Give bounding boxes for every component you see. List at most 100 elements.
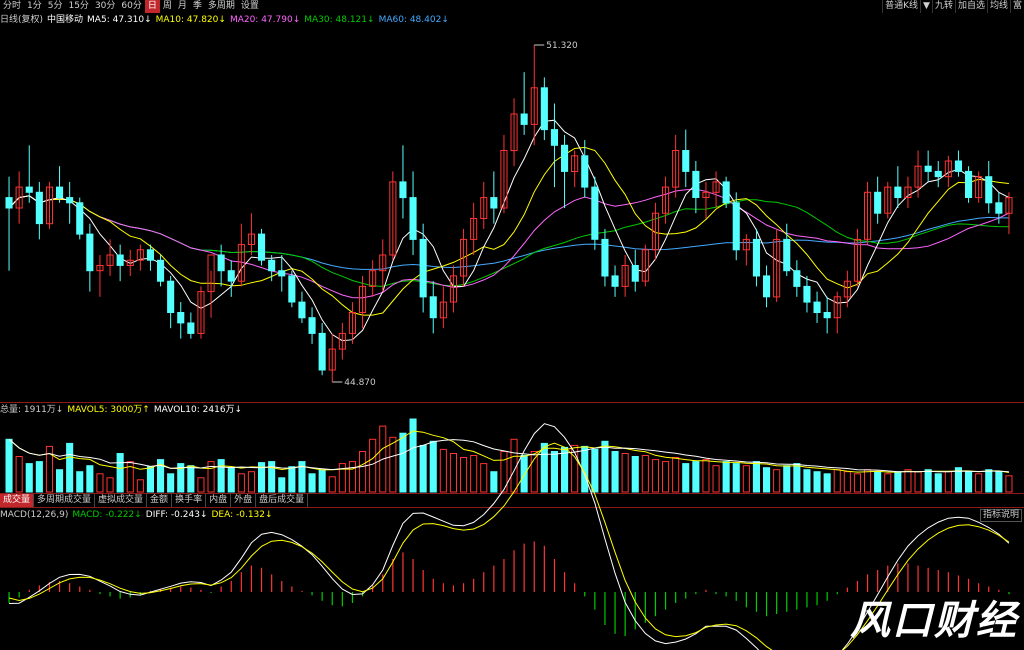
- volume-bar: [308, 473, 316, 493]
- volume-bar: [864, 469, 872, 493]
- volume-bar: [853, 473, 862, 493]
- candle-body: [581, 155, 589, 188]
- candle-body: [813, 301, 821, 314]
- volume-bar: [692, 461, 700, 493]
- volume-bar: [5, 438, 13, 493]
- volume-bar: [449, 453, 457, 493]
- volume-bar: [662, 461, 670, 493]
- candle-body: [66, 197, 74, 204]
- volume-bar: [197, 477, 205, 493]
- volume-bar: [56, 469, 64, 493]
- candle-body: [601, 238, 609, 277]
- volume-bar: [146, 466, 154, 493]
- candle-body: [288, 275, 296, 303]
- volume-bar: [591, 448, 599, 493]
- candle-body: [793, 270, 801, 287]
- volume-bar: [359, 451, 367, 493]
- volume-bar: [894, 471, 902, 493]
- volume-bar: [530, 451, 538, 493]
- volume-bar: [752, 461, 761, 493]
- volume-bar: [813, 471, 821, 493]
- candle-body: [783, 238, 791, 272]
- volume-bar: [369, 438, 377, 493]
- volume-bar: [15, 456, 23, 493]
- candle-body: [25, 186, 33, 193]
- candle-body: [611, 275, 619, 287]
- volume-bar: [823, 473, 831, 493]
- volume-bar: [217, 459, 225, 493]
- volume-bar: [348, 461, 356, 493]
- volume-bar: [470, 455, 478, 493]
- candle-body: [954, 160, 963, 172]
- volume-bar: [318, 469, 326, 493]
- candle-body: [682, 150, 690, 172]
- volume-bar: [904, 469, 912, 493]
- candle-body: [803, 285, 811, 303]
- volume-bar: [288, 466, 296, 493]
- candle-body: [76, 202, 84, 235]
- ma5-line: [8, 119, 1010, 342]
- candle-body: [631, 265, 639, 282]
- volume-bar: [187, 465, 195, 493]
- candle-body: [995, 202, 1003, 214]
- volume-bar: [874, 471, 882, 493]
- volume-bar: [520, 455, 528, 493]
- volume-bar: [167, 473, 175, 493]
- volume-bar: [773, 469, 781, 493]
- candle-body: [187, 322, 195, 334]
- volume-bar: [651, 459, 660, 493]
- volume-bar: [641, 455, 649, 493]
- volume-bar: [389, 436, 397, 493]
- volume-bar: [924, 469, 932, 493]
- candle-body: [5, 197, 13, 209]
- volume-bar: [712, 465, 720, 493]
- volume-bar: [237, 473, 245, 493]
- volume-bar: [338, 463, 346, 493]
- volume-bar: [722, 461, 730, 493]
- candle-body: [520, 113, 528, 125]
- candle-body: [146, 249, 154, 261]
- volume-bar: [490, 471, 498, 493]
- candle-body: [116, 254, 124, 266]
- volume-bar: [783, 465, 791, 493]
- volume-bar: [763, 467, 771, 493]
- volume-bar: [803, 469, 811, 493]
- volume-bar: [561, 446, 569, 493]
- volume-bar: [106, 477, 114, 493]
- candle-body: [409, 197, 417, 240]
- candle-body: [540, 87, 548, 131]
- volume-bar: [66, 442, 74, 493]
- candle-body: [258, 233, 266, 261]
- volume-bar: [1005, 475, 1013, 493]
- volume-bar: [682, 463, 690, 493]
- volume-bar: [136, 479, 144, 493]
- candle-body: [934, 170, 942, 178]
- volume-bar: [985, 469, 993, 493]
- candle-body: [894, 186, 902, 199]
- volume-bar: [793, 463, 801, 493]
- candle-body: [965, 170, 973, 198]
- volume-bar: [409, 418, 417, 493]
- candle-body: [268, 259, 276, 272]
- candle-body: [167, 280, 175, 314]
- volume-bar: [702, 459, 710, 493]
- candle-body: [490, 197, 498, 209]
- volume-bar: [116, 453, 124, 493]
- candle-body: [874, 191, 882, 214]
- ma60-line: [8, 195, 1009, 270]
- volume-bar: [934, 473, 942, 493]
- volume-bar: [631, 456, 639, 493]
- candle-body: [217, 254, 225, 272]
- stock-chart: 51.320 44.870: [5, 41, 1013, 650]
- candle-body: [429, 296, 437, 319]
- volume-bar: [429, 440, 437, 493]
- low-price-label: 44.870: [344, 378, 376, 388]
- high-price-label: 51.320: [546, 41, 578, 51]
- volume-bar: [995, 471, 1003, 493]
- volume-bar: [732, 463, 740, 493]
- candle-body: [722, 181, 730, 204]
- candle-body: [35, 191, 43, 225]
- volume-bar: [965, 471, 973, 493]
- candle-body: [550, 129, 559, 146]
- volume-bar: [480, 463, 488, 493]
